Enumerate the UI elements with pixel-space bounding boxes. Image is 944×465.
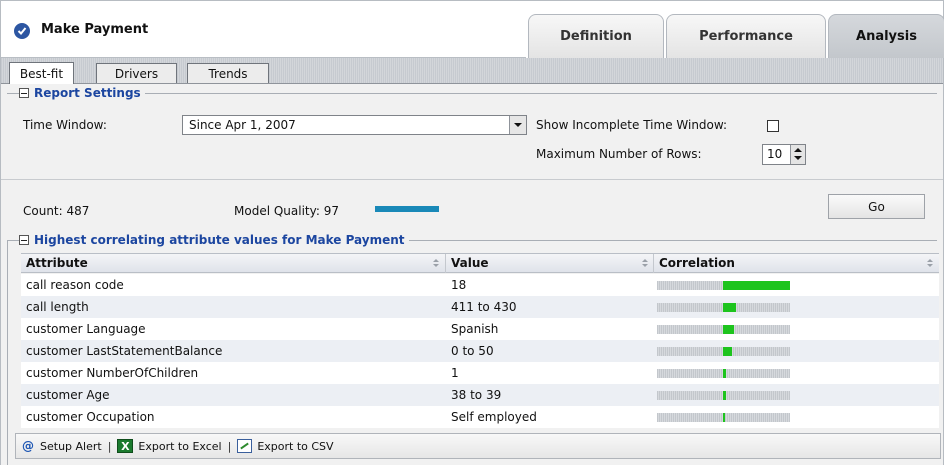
summary-row: Count: 487 Model Quality: 97	[1, 179, 943, 225]
correlation-bar	[657, 281, 790, 290]
model-quality-bar	[375, 206, 439, 212]
table-row[interactable]: customer NumberOfChildren 1	[21, 362, 939, 384]
attribute-cell: call length	[26, 300, 89, 314]
tab-performance[interactable]: Performance	[666, 14, 826, 58]
collapse-icon[interactable]	[19, 235, 29, 245]
max-rows-label: Maximum Number of Rows:	[536, 147, 702, 161]
correlation-bar-fill	[723, 413, 725, 422]
table-row[interactable]: customer Age 38 to 39	[21, 384, 939, 406]
max-rows-spinner[interactable]: 10	[762, 144, 806, 165]
value-cell: 1	[451, 366, 459, 380]
subtab-best-fit[interactable]: Best-fit	[9, 62, 74, 84]
attribute-cell: customer Age	[26, 388, 110, 402]
export-excel-label: Export to Excel	[138, 439, 222, 453]
collapse-icon[interactable]	[19, 88, 29, 98]
count-label: Count: 487	[23, 204, 90, 218]
report-settings-panel: Report Settings Time Window: Since Apr 1…	[1, 84, 943, 179]
correlation-bar-fill	[723, 391, 726, 400]
subtab-trends[interactable]: Trends	[187, 63, 269, 83]
column-header-value[interactable]: Value	[446, 254, 651, 273]
export-csv-button[interactable]: Export to CSV	[237, 439, 334, 453]
show-incomplete-checkbox[interactable]	[767, 120, 779, 132]
page-title: Make Payment	[41, 22, 149, 37]
spinner-down-icon[interactable]	[794, 156, 802, 160]
setup-alert-label: Setup Alert	[40, 439, 102, 453]
sort-icon[interactable]	[927, 259, 933, 268]
show-incomplete-label: Show Incomplete Time Window:	[536, 118, 728, 132]
value-cell: 411 to 430	[451, 300, 517, 314]
chevron-down-icon[interactable]	[509, 116, 526, 134]
correlation-bar-fill	[723, 325, 734, 334]
csv-icon	[237, 439, 253, 453]
attribute-cell: customer Language	[26, 322, 146, 336]
separator: |	[107, 439, 112, 453]
app-window: Make Payment Definition Performance Anal…	[0, 0, 944, 465]
time-window-value: Since Apr 1, 2007	[189, 118, 296, 132]
tab-definition[interactable]: Definition	[528, 14, 664, 58]
table-row[interactable]: call length 411 to 430	[21, 296, 939, 318]
tab-analysis[interactable]: Analysis	[828, 14, 944, 58]
title-area: Make Payment	[1, 1, 526, 58]
table-header: Attribute Value Correlation	[21, 253, 939, 273]
column-header-attribute[interactable]: Attribute	[21, 254, 441, 273]
correlation-bar-fill	[723, 347, 732, 356]
correlation-bar	[657, 413, 790, 422]
header: Make Payment Definition Performance Anal…	[1, 1, 944, 58]
correlation-bar	[657, 369, 790, 378]
value-cell: Self employed	[451, 410, 537, 424]
subtab-drivers[interactable]: Drivers	[96, 63, 177, 83]
fieldset-border	[7, 93, 937, 94]
export-csv-label: Export to CSV	[257, 439, 334, 453]
value-cell: Spanish	[451, 322, 499, 336]
correlation-bar	[657, 391, 790, 400]
time-window-select[interactable]: Since Apr 1, 2007	[182, 115, 527, 135]
report-settings-legend[interactable]: Report Settings	[19, 86, 145, 100]
correlation-bar-fill	[723, 281, 790, 290]
value-cell: 18	[451, 278, 467, 292]
separator: |	[227, 439, 232, 453]
column-header-correlation[interactable]: Correlation	[654, 254, 934, 273]
correlation-bar	[657, 303, 790, 312]
report-settings-title: Report Settings	[34, 86, 141, 100]
value-cell: 38 to 39	[451, 388, 502, 402]
setup-alert-button[interactable]: @ Setup Alert	[22, 439, 102, 453]
checkmark-icon	[14, 23, 30, 39]
attribute-cell: customer NumberOfChildren	[26, 366, 199, 380]
excel-icon: X	[117, 439, 134, 453]
subtab-bar: Best-fit Drivers Trends	[1, 58, 943, 84]
table-row[interactable]: customer LastStatementBalance 0 to 50	[21, 340, 939, 362]
footer-toolbar: @ Setup Alert | X Export to Excel | Expo…	[15, 433, 941, 459]
value-cell: 0 to 50	[451, 344, 494, 358]
attribute-cell: customer LastStatementBalance	[26, 344, 223, 358]
go-button[interactable]: Go	[828, 194, 925, 219]
model-quality-label: Model Quality: 97	[234, 204, 339, 218]
table-row[interactable]: customer Occupation Self employed	[21, 406, 939, 428]
spinner-buttons[interactable]	[790, 145, 805, 164]
correlation-bar-fill	[723, 303, 736, 312]
time-window-label: Time Window:	[23, 118, 107, 132]
fieldset-border-left	[7, 240, 8, 465]
sort-icon[interactable]	[642, 259, 648, 268]
table-row[interactable]: customer Language Spanish	[21, 318, 939, 340]
results-title: Highest correlating attribute values for…	[34, 233, 405, 247]
attribute-cell: call reason code	[26, 278, 124, 292]
max-rows-value: 10	[767, 147, 783, 161]
sort-icon[interactable]	[433, 259, 439, 268]
attribute-cell: customer Occupation	[26, 410, 155, 424]
at-sign-icon: @	[22, 439, 34, 453]
spinner-up-icon[interactable]	[794, 148, 802, 152]
export-excel-button[interactable]: X Export to Excel	[117, 439, 222, 453]
correlation-bar-fill	[723, 369, 726, 378]
results-legend[interactable]: Highest correlating attribute values for…	[19, 233, 409, 247]
table-row[interactable]: call reason code 18	[21, 274, 939, 296]
correlation-bar	[657, 347, 790, 356]
correlation-bar	[657, 325, 790, 334]
